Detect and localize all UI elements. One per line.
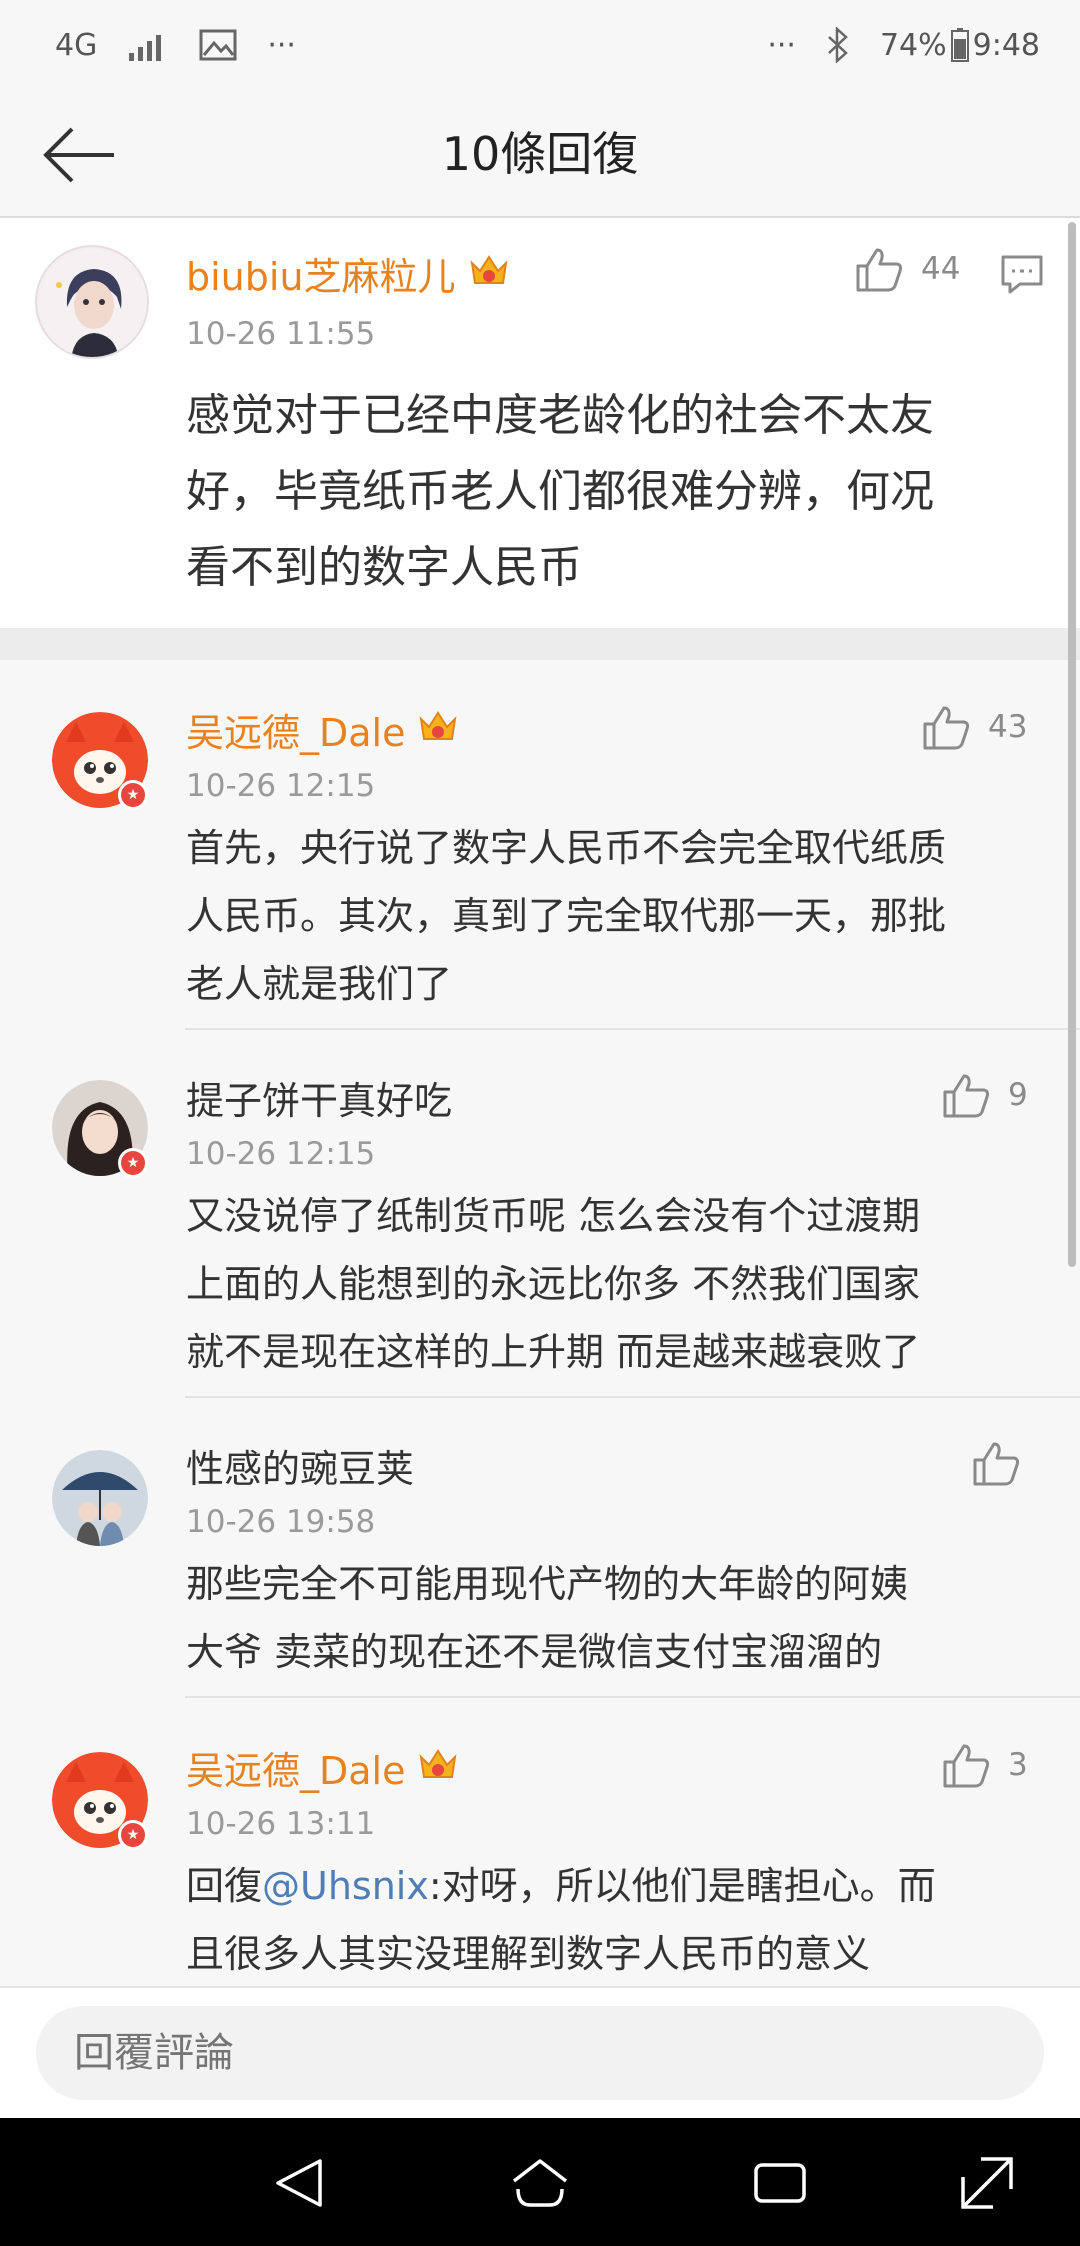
reply-list: ★ 吴远德_Dale 10-26 12:15 43 首先，央行说了数字人民币不会 xyxy=(0,660,1080,1986)
image-notification-icon xyxy=(199,29,237,61)
comment-body: 首先，央行说了数字人民币不会完全取代纸质 人民币。其次，真到了完全取代那一天，那… xyxy=(186,826,947,1006)
timestamp: 10-26 13:11 xyxy=(186,1806,376,1842)
username[interactable]: biubiu芝麻粒儿 xyxy=(186,246,510,301)
like-count: 9 xyxy=(1008,1077,1028,1113)
signal-icon xyxy=(127,29,169,61)
network-type: 4G xyxy=(55,27,98,63)
comment-body: 回復@Uhsnix:对呀，所以他们是瞎担心。而 且很多人其实没理解到数字人民币的… xyxy=(186,1864,936,1976)
thumbs-up-icon xyxy=(856,248,903,292)
like-count: 44 xyxy=(921,251,961,287)
timestamp: 10-26 12:15 xyxy=(186,1136,376,1172)
battery-percent: 74% xyxy=(879,27,947,63)
comment-thread[interactable]: biubiu芝麻粒儿 10-26 11:55 44 感觉对于已经中度老龄化的社会… xyxy=(0,218,1080,1986)
like-count: 3 xyxy=(1008,1747,1028,1783)
like-button[interactable]: 44 xyxy=(855,246,960,292)
crown-badge-icon xyxy=(468,249,510,298)
username[interactable]: 吴远德_Dale xyxy=(186,1740,459,1795)
nav-home-button[interactable] xyxy=(505,2148,575,2218)
like-button[interactable]: 3 xyxy=(942,1742,1028,1788)
crown-badge-icon xyxy=(417,705,459,754)
username[interactable]: 性感的豌豆荚 xyxy=(186,1438,414,1493)
verified-badge-icon: ★ xyxy=(118,1820,148,1850)
comment-body: 感觉对于已经中度老龄化的社会不太友 好，毕竟纸币老人们都很难分辨，何况 看不到的… xyxy=(186,390,934,593)
comment-body: 又没说停了纸制货币呢 怎么会没有个过渡期 上面的人能想到的永远比你多 不然我们国… xyxy=(186,1194,921,1374)
bluetooth-icon xyxy=(826,27,850,63)
nav-expand-button[interactable] xyxy=(952,2148,1022,2218)
scrollbar[interactable] xyxy=(1068,222,1076,1267)
page-title: 10條回復 xyxy=(441,127,639,181)
reply-comment-input[interactable] xyxy=(36,2006,1044,2100)
reply-comment-button[interactable] xyxy=(1000,254,1044,298)
status-bar: 4G ··· ··· 74% 9:48 xyxy=(0,0,1080,90)
battery-icon xyxy=(950,28,969,62)
thumbs-up-icon xyxy=(943,1074,990,1118)
home-icon xyxy=(512,2159,568,2207)
timestamp: 10-26 11:55 xyxy=(186,316,376,352)
nav-recents-button[interactable] xyxy=(745,2148,815,2218)
thumbs-up-icon xyxy=(973,1442,1020,1486)
username[interactable]: 提子饼干真好吃 xyxy=(186,1070,452,1125)
triangle-back-icon xyxy=(276,2159,322,2207)
thumbs-up-icon xyxy=(943,1744,990,1788)
thumbs-up-icon xyxy=(923,706,970,750)
crown-badge-icon xyxy=(417,1743,459,1792)
user-mention-link[interactable]: @Uhsnix xyxy=(262,1864,429,1908)
title-bar: 10條回復 xyxy=(0,90,1080,218)
clock: 9:48 xyxy=(972,27,1040,63)
divider xyxy=(185,1396,1080,1398)
nav-back-button[interactable] xyxy=(265,2148,335,2218)
avatar[interactable] xyxy=(35,245,149,359)
more-status-icon: ··· xyxy=(767,27,796,63)
verified-badge-icon: ★ xyxy=(118,1148,148,1178)
more-notifications-icon: ··· xyxy=(267,27,296,63)
like-count: 43 xyxy=(988,709,1028,745)
like-button[interactable]: 43 xyxy=(922,704,1027,750)
comment-body: 那些完全不可能用现代产物的大年龄的阿姨 大爷 卖菜的现在还不是微信支付宝溜溜的 xyxy=(186,1562,909,1674)
recents-icon xyxy=(754,2163,806,2203)
expand-arrow-icon xyxy=(961,2157,1013,2209)
divider xyxy=(185,1028,1080,1030)
timestamp: 10-26 19:58 xyxy=(186,1504,376,1540)
username[interactable]: 吴远德_Dale xyxy=(186,702,459,757)
section-divider xyxy=(0,628,1080,660)
like-button[interactable]: 9 xyxy=(942,1072,1028,1118)
system-nav-bar xyxy=(0,2118,1080,2246)
avatar[interactable] xyxy=(52,1450,148,1546)
divider xyxy=(185,1696,1080,1698)
main-comment: biubiu芝麻粒儿 10-26 11:55 44 感觉对于已经中度老龄化的社会… xyxy=(0,218,1080,628)
like-button[interactable] xyxy=(972,1440,1038,1486)
verified-badge-icon: ★ xyxy=(118,780,148,810)
comment-bubble-icon xyxy=(1001,255,1043,294)
reply-bar xyxy=(0,1986,1080,2118)
timestamp: 10-26 12:15 xyxy=(186,768,376,804)
